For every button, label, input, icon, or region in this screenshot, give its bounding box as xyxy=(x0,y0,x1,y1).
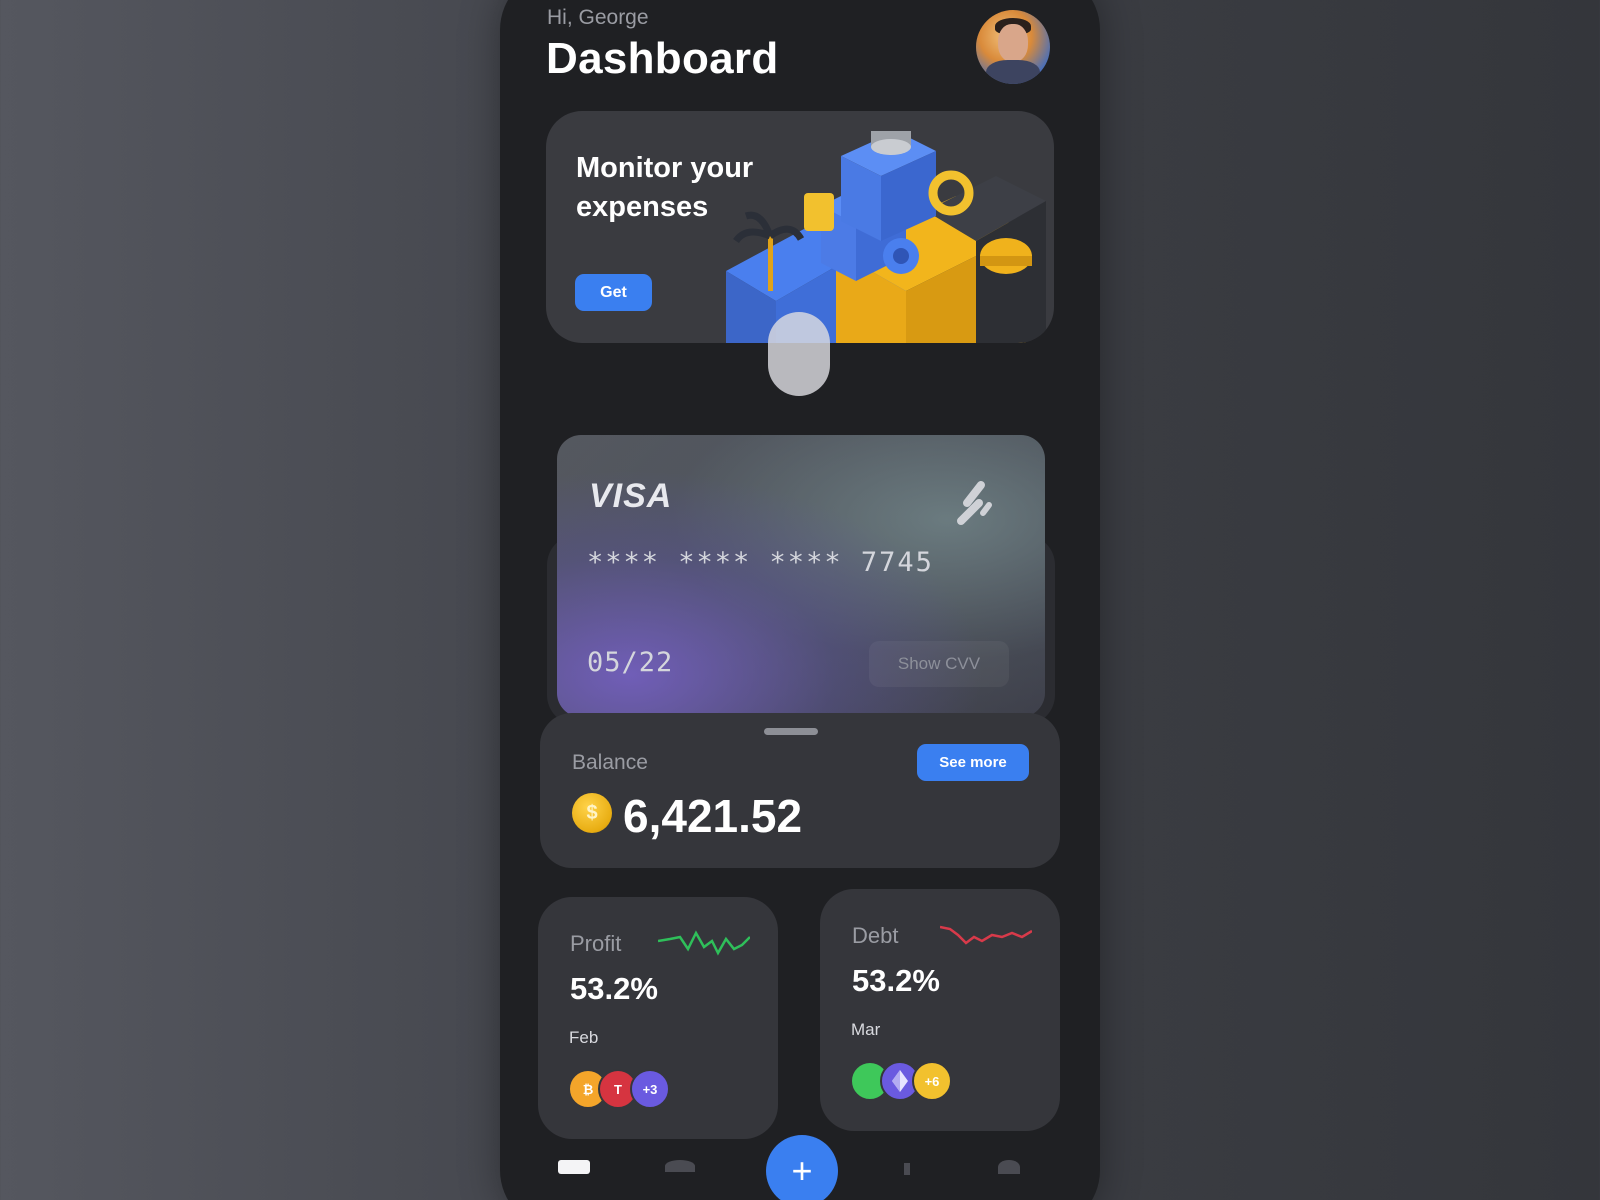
touch-indicator xyxy=(768,312,830,396)
card-brand: VISA xyxy=(589,477,673,515)
dollar-coin-icon: $ xyxy=(572,793,612,833)
phone-screen: Hi, George Dashboard Monitor your expens… xyxy=(500,0,1100,1200)
page-title: Dashboard xyxy=(546,34,779,83)
more-tokens-badge: +6 xyxy=(912,1061,952,1101)
isometric-illustration xyxy=(726,131,1046,343)
nav-bank-icon[interactable] xyxy=(665,1160,695,1172)
add-button[interactable]: + xyxy=(766,1135,838,1200)
balance-amount: 6,421.52 xyxy=(623,790,803,842)
profit-month: Feb xyxy=(569,1028,599,1047)
see-more-button[interactable]: See more xyxy=(917,744,1029,781)
show-cvv-button[interactable]: Show CVV xyxy=(869,641,1009,687)
bottom-nav: + xyxy=(500,1135,1100,1200)
avatar[interactable] xyxy=(976,10,1050,84)
credit-card[interactable]: VISA **** **** **** 7745 05/22 Show CVV xyxy=(557,435,1045,717)
balance-panel: Balance See more $ 6,421.52 xyxy=(540,713,1060,868)
nav-home-icon[interactable] xyxy=(558,1160,590,1174)
profit-sparkline xyxy=(658,930,750,956)
bank-logo-icon xyxy=(957,481,992,525)
card-number: **** **** **** 7745 xyxy=(587,547,934,578)
get-button[interactable]: Get xyxy=(575,274,652,311)
debt-token-row: +6 xyxy=(850,1061,1030,1103)
promo-banner: Monitor your expenses Get xyxy=(546,111,1054,343)
profit-token-row: ₿ T +3 xyxy=(568,1069,748,1111)
profit-card[interactable]: Profit 53.2% Feb ₿ T +3 xyxy=(538,897,778,1139)
debt-label: Debt xyxy=(852,923,899,948)
drag-handle[interactable] xyxy=(764,728,818,735)
more-tokens-badge: +3 xyxy=(630,1069,670,1109)
card-expiry: 05/22 xyxy=(587,647,674,678)
profit-label: Profit xyxy=(570,931,622,956)
balance-label: Balance xyxy=(572,751,648,774)
debt-sparkline xyxy=(940,925,1032,945)
debt-card[interactable]: Debt 53.2% Mar +6 xyxy=(820,889,1060,1131)
debt-month: Mar xyxy=(851,1020,881,1039)
nav-stats-icon[interactable] xyxy=(904,1162,910,1180)
greeting-text: Hi, George xyxy=(547,6,649,29)
profit-value: 53.2% xyxy=(570,971,658,1006)
nav-profile-icon[interactable] xyxy=(998,1160,1020,1174)
card-stack: VISA **** **** **** 7745 05/22 Show CVV xyxy=(547,435,1055,725)
debt-value: 53.2% xyxy=(852,963,940,998)
